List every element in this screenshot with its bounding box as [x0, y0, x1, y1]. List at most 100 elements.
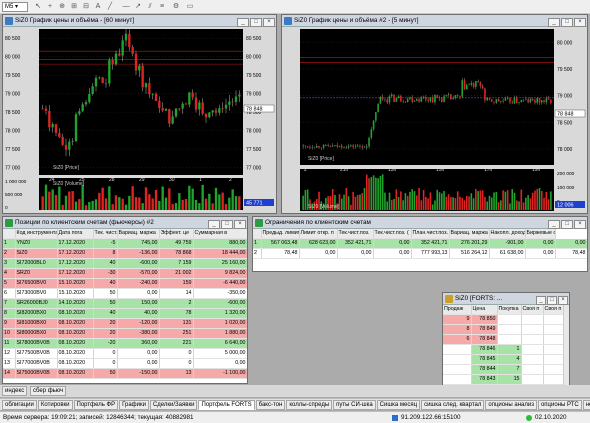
table-row[interactable]: 2 78,48 0,00 0,00 0,00 777 993,13 516 264,12 61…: [253, 248, 587, 259]
column-header[interactable]: Своя п: [543, 305, 566, 315]
column-header[interactable]: Вариац. маржа: [117, 229, 160, 239]
minimize-button[interactable]: _: [237, 18, 249, 27]
window-titlebar[interactable]: Позиции по клиентским счетам (фьючерсы) …: [3, 217, 247, 229]
print-icon[interactable]: ▭: [186, 3, 194, 11]
column-header[interactable]: Накопл. доход: [489, 229, 526, 239]
table-row[interactable]: 8 SI82000BX0 08.10.2020 40 40,00 78 1 320,00: [3, 308, 247, 319]
minimize-button[interactable]: _: [548, 220, 560, 229]
column-header[interactable]: Вариац. маржа: [449, 229, 490, 239]
workspace-tab[interactable]: нефть-: [582, 400, 590, 410]
close-button[interactable]: ×: [234, 220, 246, 229]
chart-60min-svg[interactable]: 80 500 80 500 80 000 80 000 79 500 79 500 79 0…: [3, 27, 276, 213]
table-row[interactable]: 1 YNZ0 17.12.2020 -5 745,00 49 759 880,00: [3, 238, 247, 249]
add-indicator-icon[interactable]: ⊕: [58, 3, 66, 11]
chart-5min-svg[interactable]: 80 000 79 500 79 000 78 500 78 000 200 000 100…: [282, 27, 587, 213]
maximize-button[interactable]: □: [561, 220, 573, 229]
minimize-button[interactable]: _: [536, 296, 546, 305]
table-row[interactable]: 1 567 063,48 628 623,00 352 421,71 0,00 352 4…: [253, 238, 587, 249]
column-header[interactable]: Эффект. це: [159, 229, 194, 239]
zoom-out-icon[interactable]: ⊟: [82, 3, 90, 11]
column-header[interactable]: Цена: [471, 305, 498, 315]
table-row[interactable]: 7 SR26000BJ0 14.10.2020 50 150,00 2 -600,00: [3, 298, 247, 309]
interval-select[interactable]: M5 ▾: [2, 2, 28, 12]
minimize-button[interactable]: _: [548, 18, 560, 27]
window-titlebar[interactable]: SiZ0 [FORTS: ... _ □ ×: [443, 293, 569, 305]
text-icon[interactable]: A: [94, 3, 102, 11]
workspace-tab[interactable]: Сишка месяц: [376, 400, 421, 410]
candle-body: [313, 147, 316, 149]
maximize-button[interactable]: □: [561, 18, 573, 27]
table-row[interactable]: 12 SI77500BV0B 08.10.2020 0 0,00 0 5 000,00: [3, 348, 247, 359]
channel-tool-icon[interactable]: ⫽: [146, 3, 154, 11]
workspace-tab[interactable]: сишка след. квартал: [421, 400, 485, 410]
column-header[interactable]: Своя п: [521, 305, 544, 315]
workspace-tab[interactable]: путы СИ-шка: [333, 400, 376, 410]
column-header[interactable]: [3, 229, 16, 239]
workspace-tab[interactable]: Портфель ФР: [73, 400, 119, 410]
positions-tabstrip: индекс сбер фьюч: [0, 385, 590, 397]
column-header[interactable]: Покупка: [497, 305, 522, 315]
minimize-button[interactable]: _: [208, 220, 220, 229]
window-titlebar[interactable]: SiZ0 График цены и объёма #2 - [5 минут]…: [282, 15, 587, 27]
table-row[interactable]: 3 SI72000BL0 17.12.2020 40 -600,00 7 159 25 16…: [3, 258, 247, 269]
workspace-tab[interactable]: коллы-спреды: [286, 400, 333, 410]
column-header[interactable]: Продаж: [443, 305, 472, 315]
orderbook-buy-row[interactable]: 78 846 1: [443, 344, 566, 355]
zoom-in-icon[interactable]: ⊞: [70, 3, 78, 11]
workspace-tab[interactable]: Портфель FORTS: [198, 400, 255, 410]
table-row[interactable]: 13 SI77000BV0B 08.10.2020 0 0,00 0 0,00: [3, 358, 247, 369]
column-header[interactable]: Дата пога: [57, 229, 94, 239]
workspace-tab[interactable]: Графики: [119, 400, 149, 410]
workspace-tab[interactable]: опционы анализ: [485, 400, 537, 410]
column-header[interactable]: Тек.чист.поз.: [337, 229, 374, 239]
orderbook-sell-row[interactable]: 9 78 850: [443, 314, 566, 325]
workspace-tab[interactable]: Котировки: [37, 400, 73, 410]
close-button[interactable]: ×: [574, 220, 586, 229]
cursor-icon[interactable]: ↖: [34, 3, 42, 11]
workspace-tab[interactable]: бакс-тон: [255, 400, 286, 410]
table-row[interactable]: 6 SI73000BV0 15.10.2020 50 0,00 14 -350,00: [3, 288, 247, 299]
table-cell: 150,00: [117, 298, 160, 309]
table-row[interactable]: 4 SRZ0 17.12.2020 -30 -570,00 21 002 9 824,00: [3, 268, 247, 279]
workspace-tab[interactable]: облигации: [2, 400, 37, 410]
maximize-button[interactable]: □: [250, 18, 262, 27]
column-header[interactable]: Суммарная в: [193, 229, 247, 239]
line-tool-icon[interactable]: ╱: [106, 3, 114, 11]
column-header[interactable]: Код инструмента: [15, 229, 58, 239]
hline-tool-icon[interactable]: ―: [122, 3, 130, 11]
maximize-button[interactable]: □: [221, 220, 233, 229]
workspace-tab[interactable]: Сделки/Заявки: [149, 400, 198, 410]
orderbook-buy-row[interactable]: 78 844 7: [443, 364, 566, 375]
close-button[interactable]: ×: [263, 18, 275, 27]
column-header[interactable]: [253, 229, 262, 239]
column-header[interactable]: Тек. чист.: [93, 229, 118, 239]
table-row[interactable]: 5 SI76500BV0 15.10.2020 40 -240,00 159 -6 440,…: [3, 278, 247, 289]
column-header[interactable]: Биржевые с: [525, 229, 556, 239]
fibonacci-icon[interactable]: ≡: [158, 3, 166, 11]
workspace-tab[interactable]: опционы РТС: [537, 400, 582, 410]
orderbook-scrollbar[interactable]: [563, 305, 569, 391]
settings-icon[interactable]: ⚙: [172, 3, 180, 11]
column-header[interactable]: Предыд. лимит: [261, 229, 300, 239]
window-titlebar[interactable]: Ограничения по клиентским счетам _ □ ×: [253, 217, 587, 229]
tab-index[interactable]: индекс: [2, 386, 28, 396]
tab-sber-futures[interactable]: сбер фьюч: [30, 386, 67, 396]
table-row[interactable]: 14 SI75000BV0B 08.10.2020 50 -150,00 13 -1 100…: [3, 368, 247, 379]
orderbook-sell-row[interactable]: 6 78 848: [443, 334, 566, 345]
arrow-tool-icon[interactable]: ↗: [134, 3, 142, 11]
close-button[interactable]: ×: [574, 18, 586, 27]
orderbook-sell-row[interactable]: 8 78 849: [443, 324, 566, 335]
table-row[interactable]: 10 SI80000BX0 08.10.2020 20 -380,00 251 1 880,…: [3, 328, 247, 339]
close-button[interactable]: ×: [558, 296, 568, 305]
orderbook-buy-row[interactable]: 78 843 15: [443, 374, 566, 385]
crosshair-icon[interactable]: +: [46, 3, 54, 11]
orderbook-buy-row[interactable]: 78 845 4: [443, 354, 566, 365]
table-row[interactable]: 11 SI78000BV0B 08.10.2020 -20 360,00 221 6 640…: [3, 338, 247, 349]
table-row[interactable]: 2 SiZ0 17.12.2020 8 -136,00 78 868 18 444,00: [3, 248, 247, 259]
column-header[interactable]: Лимит откр. п: [299, 229, 338, 239]
maximize-button[interactable]: □: [547, 296, 557, 305]
window-titlebar[interactable]: SiZ0 График цены и объёма - [60 минут] _…: [3, 15, 276, 27]
table-row[interactable]: 9 SI81000BX0 08.10.2020 20 -120,00 131 1 020,0…: [3, 318, 247, 329]
column-header[interactable]: Тек.чист.поз. (: [373, 229, 412, 239]
column-header[interactable]: План.чист.поз.: [411, 229, 450, 239]
